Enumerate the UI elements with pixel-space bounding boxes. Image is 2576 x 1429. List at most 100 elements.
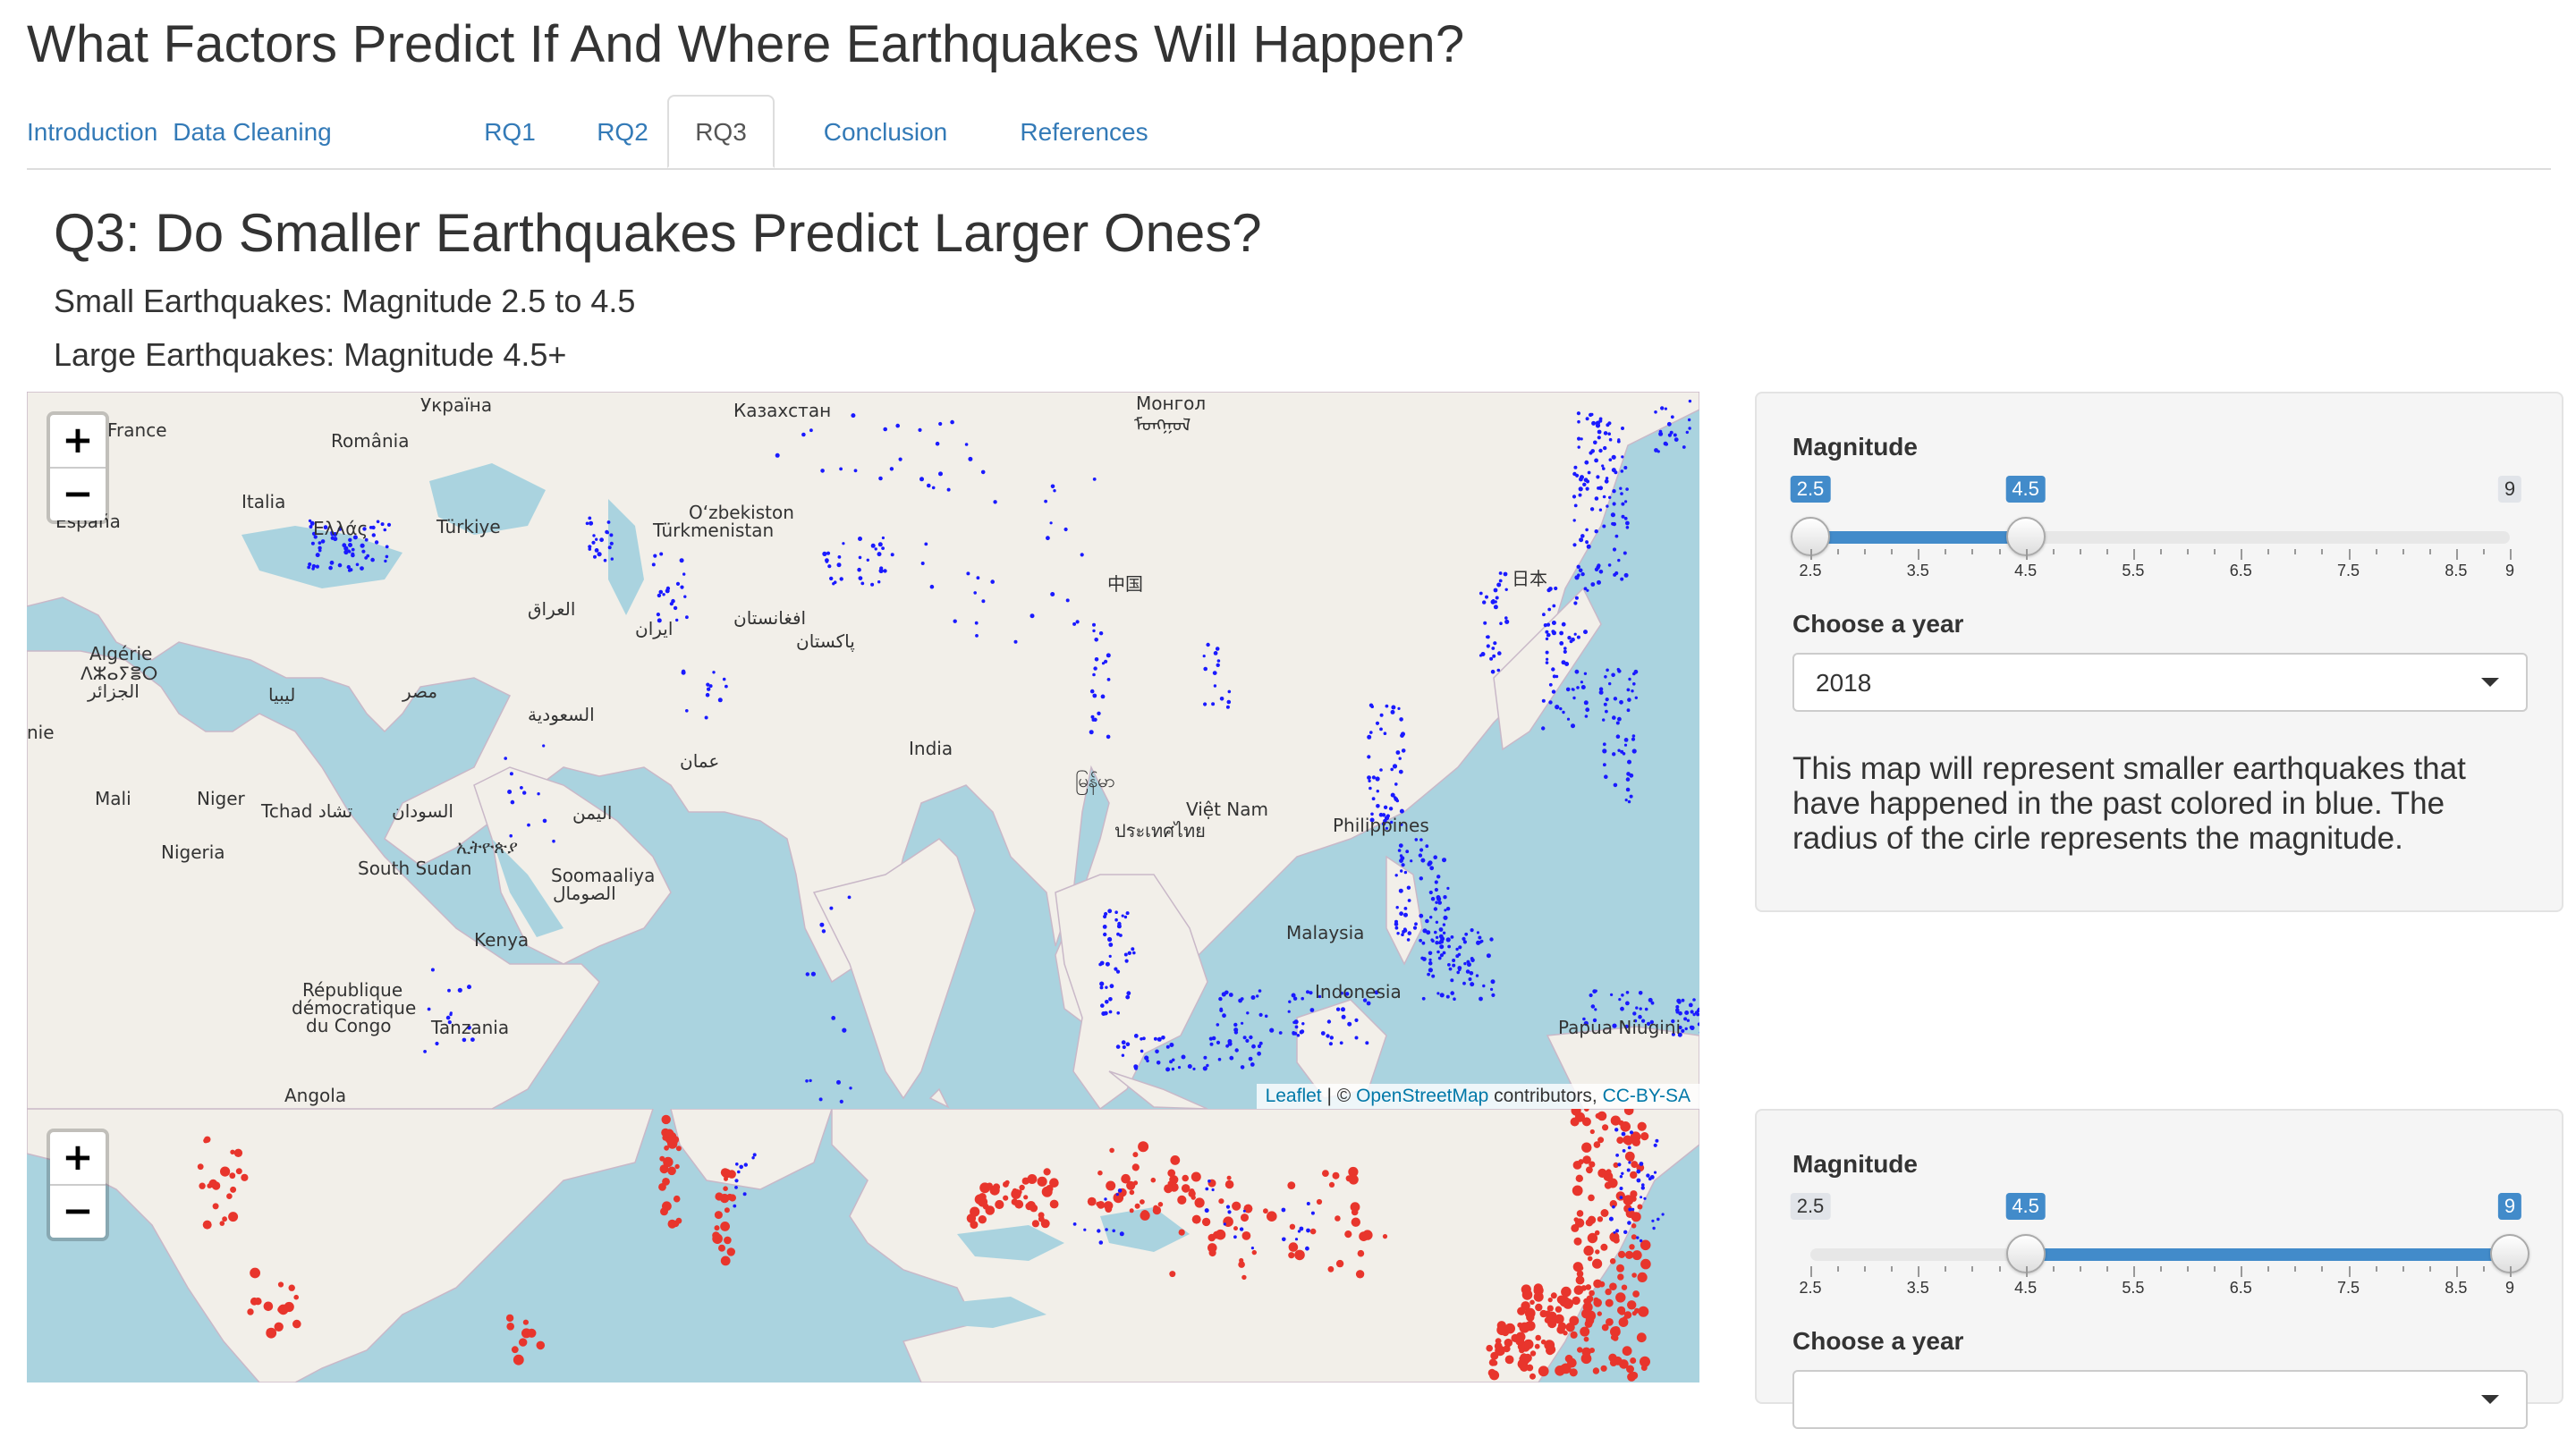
small-quake-marker [706, 693, 710, 698]
large-quake-marker [1328, 1266, 1335, 1273]
small-quake-marker [1051, 485, 1055, 489]
small-quake-map[interactable]: УкраїнаFranceRomâniaItaliaEspañaΕλλάςTür… [27, 392, 1699, 1109]
small-quake-marker [1504, 616, 1508, 620]
leaflet-link[interactable]: Leaflet [1266, 1086, 1322, 1106]
small-quake-marker [1606, 504, 1608, 507]
year-select[interactable]: 2018 [1792, 653, 2528, 712]
small-quake-marker [1238, 999, 1242, 1003]
tab-introduction[interactable]: Introduction [27, 95, 148, 168]
year-select-2[interactable] [1792, 1370, 2528, 1429]
large-quake-marker [727, 1247, 735, 1256]
zoom-in-button[interactable]: + [50, 415, 106, 467]
large-quake-marker [724, 1207, 730, 1213]
large-quake-marker [1571, 1118, 1580, 1127]
small-quake-marker [1370, 705, 1374, 708]
small-quake-marker [973, 591, 977, 595]
zoom-out-button[interactable]: − [50, 467, 106, 520]
map-label: افغانستان [733, 607, 806, 629]
small-quake-marker [1455, 948, 1458, 951]
small-quake-marker [723, 678, 726, 681]
map-label: ኢትዮጵያ [456, 836, 518, 858]
map-label: ليبيا [268, 684, 295, 706]
large-quake-marker [204, 1137, 210, 1143]
small-quake-marker [875, 547, 877, 550]
slider-tick [1971, 1266, 1973, 1272]
small-quake-marker [1419, 848, 1423, 851]
slider-tick-label: 3.5 [1907, 562, 1929, 580]
large-quake-marker [1218, 1198, 1224, 1204]
slider-range-bar-2 [2026, 1248, 2510, 1261]
small-quake-marker [1097, 1229, 1100, 1232]
large-quake-marker [1133, 1180, 1138, 1185]
small-quake-marker [1395, 874, 1398, 876]
small-quake-marker [1379, 728, 1383, 731]
small-quake-marker [1591, 421, 1596, 426]
small-quake-marker [1166, 1045, 1170, 1049]
slider-tick [2429, 549, 2431, 554]
small-quake-marker [1419, 853, 1422, 857]
large-quake-map[interactable]: + − [27, 1109, 1699, 1382]
small-quake-marker [883, 569, 886, 572]
small-quake-marker [1470, 928, 1474, 932]
small-quake-marker [1407, 886, 1411, 890]
small-quake-marker [1563, 650, 1567, 654]
tab-references[interactable]: References [987, 95, 1181, 168]
basemap: УкраїнаFranceRomâniaItaliaEspañaΕλλάςTür… [27, 392, 1699, 1109]
small-quake-marker [1462, 982, 1466, 985]
small-quake-marker [1443, 923, 1445, 926]
small-quake-marker [1106, 735, 1111, 740]
small-quake-marker [1301, 997, 1304, 1001]
tab-rq1[interactable]: RQ1 [469, 95, 551, 168]
small-quake-marker [1114, 968, 1117, 971]
small-quake-marker [1251, 995, 1256, 1000]
small-quake-marker [458, 988, 462, 993]
small-quake-marker [1126, 1042, 1131, 1046]
map-label: مصر [402, 681, 437, 702]
large-quake-marker [1597, 1311, 1602, 1315]
tab-conclusion[interactable]: Conclusion [796, 95, 975, 168]
large-quake-marker [1631, 1234, 1637, 1239]
small-quake-marker [1686, 431, 1689, 434]
small-quake-marker [1301, 1022, 1304, 1025]
small-quake-marker [1404, 871, 1407, 874]
small-quake-marker [1104, 912, 1107, 916]
large-quake-marker [660, 1207, 668, 1215]
zoom-in-button-2[interactable]: + [50, 1132, 106, 1184]
small-quake-marker [839, 468, 843, 471]
tab-data-cleaning[interactable]: Data Cleaning [148, 95, 356, 168]
small-quake-marker [1640, 1162, 1644, 1166]
osm-link[interactable]: OpenStreetMap [1356, 1086, 1488, 1106]
small-quake-marker [1436, 875, 1440, 878]
small-quake-marker [1579, 486, 1583, 491]
small-quake-marker [1430, 938, 1433, 941]
map-label: العراق [528, 598, 575, 620]
small-quake-marker [1571, 723, 1575, 728]
magnitude-slider-2[interactable]: 2.5 4.5 9 2.53.54.55.56.57.58.59 [1792, 1184, 2528, 1291]
small-quake-marker [1154, 1037, 1157, 1041]
small-quake-marker [842, 542, 844, 545]
tab-rq3[interactable]: RQ3 [667, 95, 775, 168]
large-quake-marker [1576, 1276, 1585, 1285]
small-quake-marker [744, 1163, 748, 1166]
tab-rq2[interactable]: RQ2 [581, 95, 664, 168]
large-quake-marker [1638, 1306, 1648, 1317]
small-quake-marker [1214, 684, 1216, 687]
small-quake-marker [1641, 1186, 1645, 1189]
small-quake-marker [1690, 1026, 1693, 1029]
small-quake-marker [467, 985, 471, 989]
magnitude-slider[interactable]: 9 2.5 4.5 2.53.54.55.56.57.58.59 [1792, 467, 2528, 574]
small-quake-marker [386, 545, 389, 549]
small-quake-marker [504, 757, 507, 760]
license-link[interactable]: CC-BY-SA [1603, 1086, 1690, 1106]
slider-tick [2483, 1266, 2485, 1272]
small-quake-marker [1400, 869, 1402, 872]
large-quake-marker [1577, 1210, 1584, 1217]
small-quake-marker [822, 552, 826, 556]
small-quake-marker [854, 469, 858, 472]
large-quake-marker [1570, 1368, 1578, 1376]
small-quake-marker [1446, 907, 1450, 910]
small-quake-marker [1499, 571, 1503, 575]
small-quake-marker [1542, 613, 1546, 616]
small-quake-marker [1579, 569, 1583, 573]
zoom-out-button-2[interactable]: − [50, 1184, 106, 1238]
